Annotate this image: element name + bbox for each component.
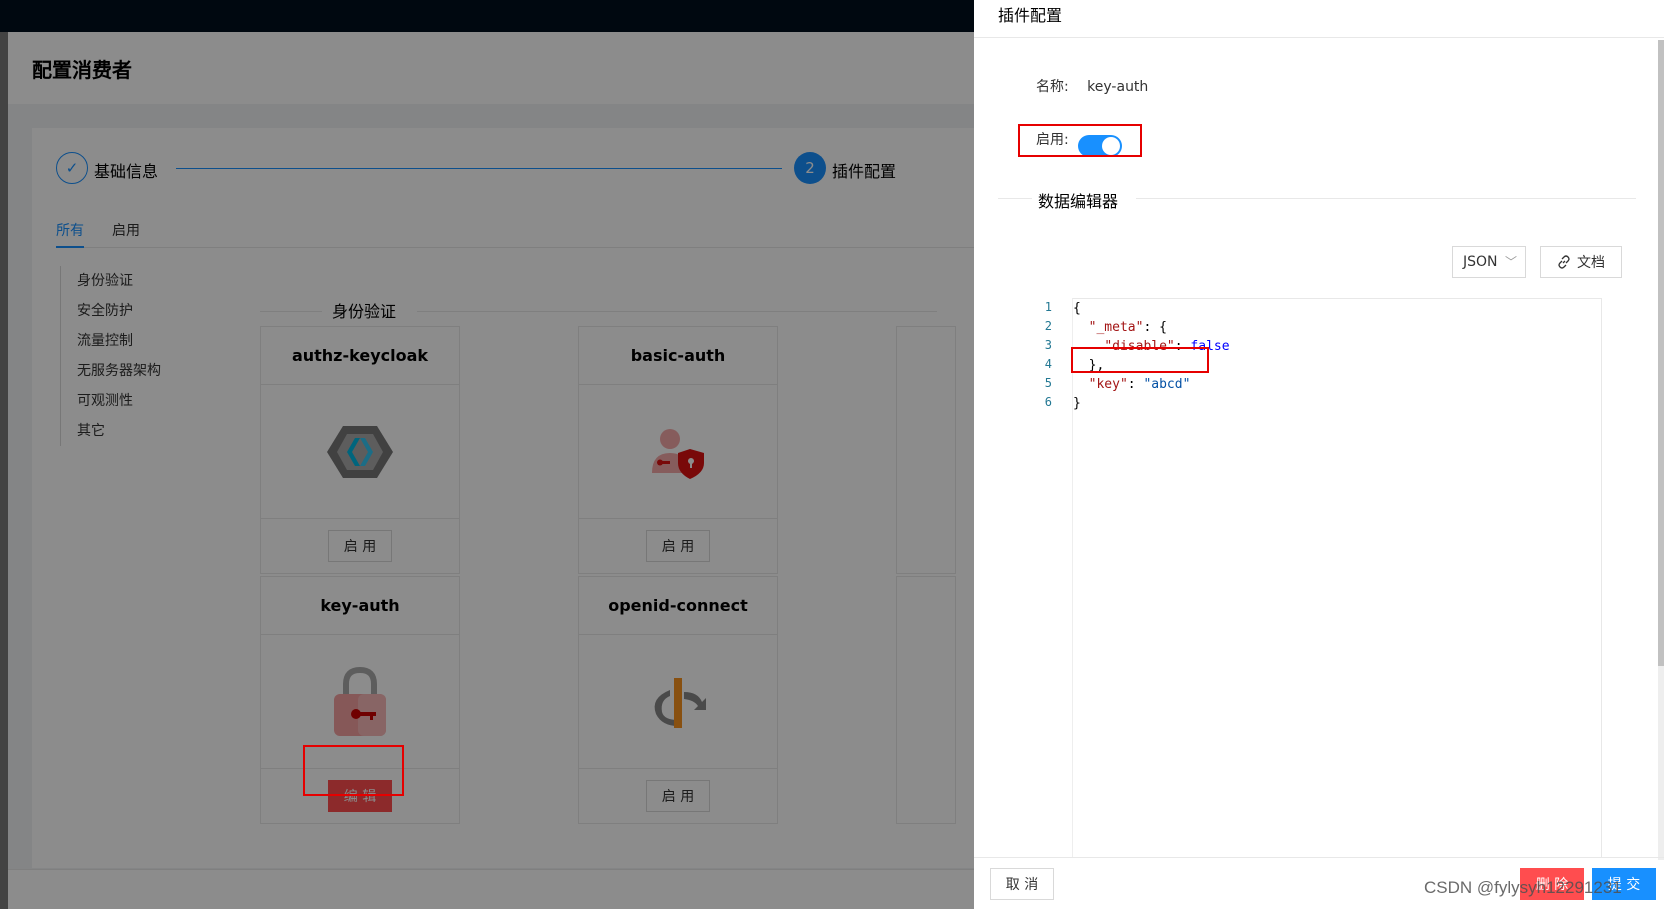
name-field: 名称: key-auth — [1036, 76, 1148, 96]
highlight-box — [1018, 124, 1142, 157]
scrollbar-thumb[interactable] — [1658, 40, 1664, 666]
name-value: key-auth — [1087, 79, 1149, 95]
json-editor[interactable]: 1 2 3 4 5 6 { "_meta": { "disable": fals… — [1022, 298, 1608, 858]
plugin-config-drawer: 插件配置 名称: key-auth 启用: 数据编辑器 JSON ﹀ 文档 1 … — [974, 0, 1664, 909]
doc-button[interactable]: 文档 — [1540, 246, 1622, 278]
cancel-button[interactable]: 取 消 — [990, 868, 1054, 900]
line-numbers: 1 2 3 4 5 6 — [1044, 300, 1052, 409]
drawer-title: 插件配置 — [998, 6, 1063, 25]
data-editor-title: 数据编辑器 — [1038, 192, 1119, 211]
code-line: "_meta": { — [1088, 320, 1167, 335]
format-select[interactable]: JSON ﹀ — [1452, 246, 1526, 278]
watermark: CSDN @fylysyh12291231 — [1424, 878, 1622, 897]
highlight-box — [303, 745, 404, 796]
code-area[interactable]: { "_meta": { "disable": false }, "key": … — [1072, 298, 1602, 858]
code-line: "key": "abcd" — [1088, 377, 1191, 392]
link-icon — [1558, 255, 1570, 269]
highlight-box — [1071, 347, 1209, 373]
chevron-down-icon: ﹀ — [1504, 255, 1517, 269]
code-line: { — [1073, 301, 1081, 316]
name-label: 名称: — [1036, 79, 1069, 95]
code-line: } — [1073, 396, 1081, 411]
